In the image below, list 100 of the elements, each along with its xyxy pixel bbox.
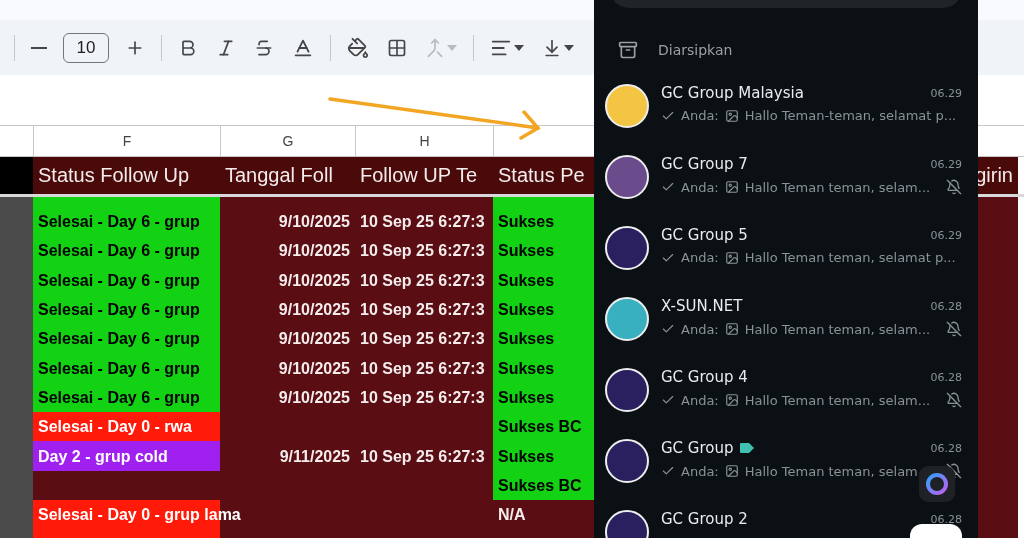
message-preview: Hallo Teman teman, selam...: [744, 321, 931, 337]
table-cell: [978, 197, 1018, 207]
cell-text: Selesai - Day 6 - grup: [38, 300, 200, 320]
cell-text: Selesai - Day 0 - rwa: [38, 417, 192, 437]
row-number-cell: [0, 529, 33, 538]
chat-item[interactable]: GC Group 2 06.28: [594, 496, 978, 538]
group-avatar: [605, 155, 649, 199]
arrow-down-icon: [542, 37, 562, 58]
chat-name: GC Group 2: [661, 510, 748, 528]
cell-text: Selesai - Day 6 - grup: [38, 358, 200, 378]
sender-label: Anda:: [681, 179, 719, 195]
sender-label: Anda:: [681, 392, 719, 408]
cell-text: 9/10/2025: [278, 212, 350, 232]
cell-text: 10 Sep 25 6:27:3: [360, 329, 485, 349]
message-preview: Hallo Teman teman, selam...: [744, 392, 931, 408]
check-icon: [661, 464, 675, 478]
group-avatar: [605, 368, 649, 412]
minus-icon: [31, 46, 47, 49]
header-cell: Follow UP Te: [355, 157, 493, 194]
row-number-cell: [0, 197, 33, 207]
cell-text: Selesai - Day 6 - grup: [38, 387, 200, 407]
cell-text: Sukses: [498, 358, 555, 378]
chat-time: 06.28: [930, 299, 962, 313]
cell-text: Sukses: [498, 329, 555, 349]
group-avatar: [605, 439, 649, 483]
chat-name: GC Group Malaysia: [661, 84, 804, 102]
chat-item[interactable]: GC Group Malaysia 06.29 Anda: Hallo Teman-teman, selamat p...: [594, 70, 978, 141]
image-icon: [724, 393, 739, 407]
caret-icon: [514, 44, 524, 51]
cell-text: Sukses: [498, 300, 555, 320]
sender-label: Anda:: [681, 463, 719, 479]
sender-label: Anda:: [681, 321, 719, 337]
cell-text: Sukses: [498, 212, 555, 232]
chat-item[interactable]: GC Group 7 06.29 Anda: Hallo Teman teman, selam...: [594, 141, 978, 212]
chat-time: 06.28: [930, 512, 962, 526]
cell-text: 10 Sep 25 6:27:3: [360, 358, 485, 378]
sender-label: Anda:: [681, 250, 719, 265]
image-icon: [724, 108, 739, 123]
cell-text: Sukses: [498, 387, 555, 407]
header-cell: Status Pe: [493, 157, 594, 194]
sender-label: Anda:: [681, 108, 719, 123]
chat-name: GC Group: [661, 439, 734, 457]
chat-item[interactable]: GC Group 4 06.28 Anda: Hallo Teman teman, selam...: [594, 354, 978, 425]
group-avatar: [605, 226, 649, 270]
image-icon: [724, 464, 739, 478]
cell-text: 9/10/2025: [278, 300, 350, 320]
chat-item[interactable]: X-SUN.NET 06.28 Anda: Hallo Teman teman, selam...: [594, 283, 978, 354]
image-icon: [724, 322, 739, 336]
cell-text: Sukses BC: [498, 475, 582, 495]
message-preview: Hallo Teman teman, selam: [744, 463, 918, 479]
cell-text: Sukses BC: [498, 417, 582, 437]
grid-icon: [387, 37, 407, 58]
cell-text: 10 Sep 25 6:27:3: [360, 300, 485, 320]
cell-text: Sukses: [498, 446, 555, 466]
caret-icon: [447, 44, 457, 51]
message-preview: Hallo Teman-teman, selamat p...: [744, 108, 957, 123]
chat-name: X-SUN.NET: [661, 297, 743, 315]
ring-icon: [924, 471, 950, 497]
header-cell: Tanggal Foll: [220, 157, 355, 194]
header-cell: Status Follow Up: [33, 157, 220, 194]
cell-text: Day 2 - grup cold: [38, 446, 168, 466]
header-corner-cell: [0, 157, 33, 194]
group-avatar: [605, 297, 649, 341]
column-header[interactable]: F: [33, 126, 220, 156]
cell-text: Selesai - Day 6 - grup: [38, 270, 200, 290]
cell-text: 9/10/2025: [278, 358, 350, 378]
assistant-button[interactable]: [919, 466, 955, 502]
caret-icon: [564, 44, 574, 51]
cell-text: 9/10/2025: [278, 270, 350, 290]
cell-text: 9/10/2025: [278, 387, 350, 407]
cell-text: 9/11/2025: [279, 446, 350, 466]
cell-text: Sukses: [498, 270, 555, 290]
cell-text: 9/10/2025: [278, 241, 350, 261]
group-avatar: [605, 84, 649, 128]
archive-icon: [618, 40, 638, 60]
chat-name: GC Group 5: [661, 226, 748, 244]
message-preview: Hallo Teman teman, selamat p...: [744, 250, 956, 265]
cell-text: 10 Sep 25 6:27:3: [360, 270, 485, 290]
cell-text: N/A: [498, 505, 526, 525]
chat-time: 06.28: [930, 441, 962, 455]
chat-item[interactable]: GC Group 5 06.29 Anda: Hallo Teman teman, selamat p...: [594, 212, 978, 283]
cell-text: Selesai - Day 6 - grup: [38, 212, 200, 232]
cell-text: 10 Sep 25 6:27:3: [360, 446, 485, 466]
check-icon: [661, 322, 675, 336]
chat-name: GC Group 7: [661, 155, 748, 173]
cell-text: 10 Sep 25 6:27:3: [360, 212, 485, 232]
chat-time: 06.29: [930, 228, 962, 242]
archived-link[interactable]: Diarsipkan: [658, 42, 733, 58]
message-preview: Hallo Teman teman, selam...: [744, 179, 931, 195]
check-icon: [661, 180, 675, 194]
column-header[interactable]: G: [220, 126, 355, 156]
column-header[interactable]: H: [355, 126, 493, 156]
font-size-field[interactable]: 10: [63, 32, 109, 63]
paint-bucket-icon: [347, 36, 369, 59]
cell-text: Selesai - Day 6 - grup: [38, 241, 200, 261]
chat-time: 06.29: [930, 157, 962, 171]
chat-name: GC Group 4: [661, 368, 748, 386]
cell-text: Selesai - Day 6 - grup: [38, 329, 200, 349]
italic-icon: [216, 37, 236, 58]
check-icon: [661, 393, 675, 407]
